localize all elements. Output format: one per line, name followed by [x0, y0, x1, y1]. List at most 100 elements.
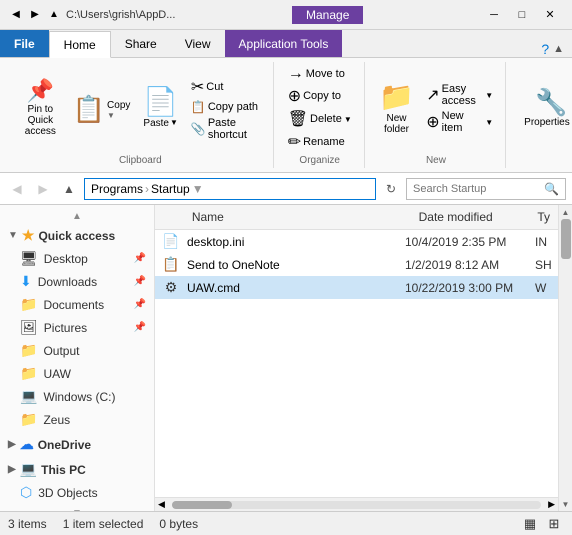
- col-header-name[interactable]: Name: [184, 208, 411, 226]
- title-bar: ◀ ▶ ▲ C:\Users\grish\AppD... Manage ─ □ …: [0, 0, 572, 30]
- file-header: Name Date modified Ty: [155, 205, 558, 230]
- documents-icon: 📁: [20, 296, 37, 313]
- selected-count: 1 item selected: [63, 517, 144, 531]
- new-folder-button[interactable]: 📁 Newfolder: [375, 79, 418, 139]
- file-row-sendtoonenote[interactable]: 📋 Send to OneNote 1/2/2019 8:12 AM SH: [155, 253, 558, 276]
- sidebar-item-output[interactable]: 📁 Output: [0, 339, 154, 362]
- file-icon-sendtoonenote: 📋: [155, 256, 187, 273]
- file-size: 0 bytes: [159, 517, 198, 531]
- pin-to-quick-access-button[interactable]: 📌 Pin to Quick access: [16, 76, 65, 141]
- quick-access-expand: ▼: [8, 230, 18, 241]
- vertical-scrollbar[interactable]: ▲ ▼: [558, 205, 572, 511]
- tab-file[interactable]: File: [0, 30, 49, 57]
- sidebar-item-downloads-label: Downloads: [38, 275, 97, 289]
- delete-button[interactable]: 🗑 Delete ▼: [284, 108, 356, 130]
- search-box[interactable]: 🔍: [406, 178, 566, 200]
- details-view-button[interactable]: ▦: [520, 514, 540, 534]
- paste-button[interactable]: 📄 Paste ▼: [138, 84, 182, 133]
- ribbon-group-open: 🔧 Properties ▼ ↗ Open ▼ ✏ Edit: [508, 62, 572, 168]
- sidebar-item-desktop[interactable]: 🖥 Desktop 📌: [0, 247, 154, 270]
- thispc-label: This PC: [41, 463, 86, 477]
- onedrive-header[interactable]: ▶ ☁ OneDrive: [0, 433, 154, 456]
- cut-button[interactable]: ✂ Cut: [187, 76, 265, 98]
- title-icon-back[interactable]: ◀: [8, 7, 24, 23]
- close-button[interactable]: ✕: [536, 4, 564, 26]
- up-button[interactable]: ▲: [58, 178, 80, 200]
- breadcrumb-sep: ›: [145, 182, 149, 196]
- copy-path-button[interactable]: 📋 Copy path: [187, 99, 265, 115]
- vscroll-down[interactable]: ▼: [559, 497, 572, 511]
- copy-button[interactable]: 📋 Copy ▼: [69, 94, 135, 124]
- tab-home[interactable]: Home: [49, 31, 111, 58]
- paste-shortcut-icon: 📎: [191, 122, 206, 136]
- breadcrumb[interactable]: Programs › Startup ▼: [84, 178, 376, 200]
- file-date-uaw-cmd: 10/22/2019 3:00 PM: [405, 281, 535, 295]
- pictures-icon: 🖼: [20, 319, 38, 336]
- properties-icon: 🔧: [535, 89, 567, 115]
- hscroll-left[interactable]: ◀: [155, 499, 168, 510]
- title-bar-icons: ◀ ▶ ▲: [8, 7, 62, 23]
- search-input[interactable]: [413, 183, 540, 195]
- title-icon-up[interactable]: ▲: [46, 7, 62, 23]
- col-header-type[interactable]: Ty: [529, 208, 558, 226]
- forward-button[interactable]: ▶: [32, 178, 54, 200]
- hscroll-right[interactable]: ▶: [545, 499, 558, 510]
- clipboard-col: ✂ Cut 📋 Copy path 📎 Paste shortcut: [187, 76, 265, 142]
- paste-shortcut-button[interactable]: 📎 Paste shortcut: [187, 116, 265, 142]
- window-controls: ─ □ ✕: [480, 4, 564, 26]
- sidebar-scroll-up[interactable]: ▲: [72, 211, 82, 222]
- pin-desktop-icon: 📌: [134, 253, 146, 264]
- large-icon-view-button[interactable]: ⊞: [544, 514, 564, 534]
- sidebar-scroll-down[interactable]: ▼: [72, 508, 82, 511]
- properties-button[interactable]: 🔧 Properties ▼: [516, 85, 572, 132]
- sidebar-item-3d-objects[interactable]: ⬡ 3D Objects: [0, 481, 154, 504]
- cut-icon: ✂: [191, 77, 204, 97]
- sidebar-item-documents[interactable]: 📁 Documents 📌: [0, 293, 154, 316]
- view-controls: ▦ ⊞: [520, 514, 564, 534]
- minimize-button[interactable]: ─: [480, 4, 508, 26]
- move-to-button[interactable]: → Move to: [284, 64, 356, 84]
- vscroll-thumb[interactable]: [561, 219, 571, 259]
- tab-application-tools[interactable]: Application Tools: [225, 30, 343, 57]
- file-date-sendtoonenote: 1/2/2019 8:12 AM: [405, 258, 535, 272]
- title-icon-forward[interactable]: ▶: [27, 7, 43, 23]
- desktop-icon: 🖥: [20, 250, 38, 267]
- pin-pictures-icon: 📌: [134, 322, 146, 333]
- refresh-button[interactable]: ↻: [380, 178, 402, 200]
- horizontal-scrollbar[interactable]: ◀ ▶: [155, 497, 558, 511]
- sidebar-item-zeus[interactable]: 📁 Zeus: [0, 408, 154, 431]
- sidebar-item-uaw[interactable]: 📁 UAW: [0, 362, 154, 385]
- col-header-date[interactable]: Date modified: [411, 208, 530, 226]
- thispc-header[interactable]: ▶ 💻 This PC: [0, 458, 154, 481]
- ribbon-group-organize: → Move to ⊕ Copy to 🗑 Delete ▼ ✏ Rena: [276, 62, 365, 168]
- breadcrumb-programs[interactable]: Programs: [91, 182, 143, 196]
- tab-share[interactable]: Share: [111, 30, 171, 57]
- paste-icon: 📄: [143, 88, 178, 116]
- delete-icon: 🗑: [288, 109, 308, 129]
- file-type-sendtoonenote: SH: [535, 258, 558, 272]
- sidebar-item-pictures[interactable]: 🖼 Pictures 📌: [0, 316, 154, 339]
- new-items: 📁 Newfolder ↗ Easy access ▼ ⊕ New item ▼: [375, 64, 497, 153]
- new-item-button[interactable]: ⊕ New item ▼: [422, 109, 497, 135]
- copy-to-button[interactable]: ⊕ Copy to: [284, 85, 356, 107]
- easy-access-icon: ↗: [426, 85, 439, 105]
- tab-view[interactable]: View: [171, 30, 225, 57]
- file-row-uaw-cmd[interactable]: ⚙ UAW.cmd 10/22/2019 3:00 PM W: [155, 276, 558, 299]
- ribbon-collapse-icon[interactable]: ▲: [553, 43, 564, 55]
- copy-path-icon: 📋: [191, 100, 206, 114]
- quick-access-header[interactable]: ▼ ★ Quick access: [0, 224, 154, 247]
- ribbon-help-icon[interactable]: ?: [541, 41, 549, 57]
- easy-access-button[interactable]: ↗ Easy access ▼: [422, 82, 497, 108]
- hscroll-thumb[interactable]: [172, 501, 232, 509]
- sidebar-item-downloads[interactable]: ⬇ Downloads 📌: [0, 270, 154, 293]
- sidebar-item-windows-c[interactable]: 💻 Windows (C:): [0, 385, 154, 408]
- rename-icon: ✏: [288, 132, 301, 152]
- vscroll-up[interactable]: ▲: [559, 205, 572, 219]
- rename-button[interactable]: ✏ Rename: [284, 131, 356, 153]
- sidebar-item-documents-label: Documents: [43, 298, 104, 312]
- sidebar-item-desktop-label: Desktop: [44, 252, 88, 266]
- back-button[interactable]: ◀: [6, 178, 28, 200]
- maximize-button[interactable]: □: [508, 4, 536, 26]
- file-row-desktop-ini[interactable]: 📄 desktop.ini 10/4/2019 2:35 PM IN: [155, 230, 558, 253]
- breadcrumb-startup[interactable]: Startup: [151, 182, 190, 196]
